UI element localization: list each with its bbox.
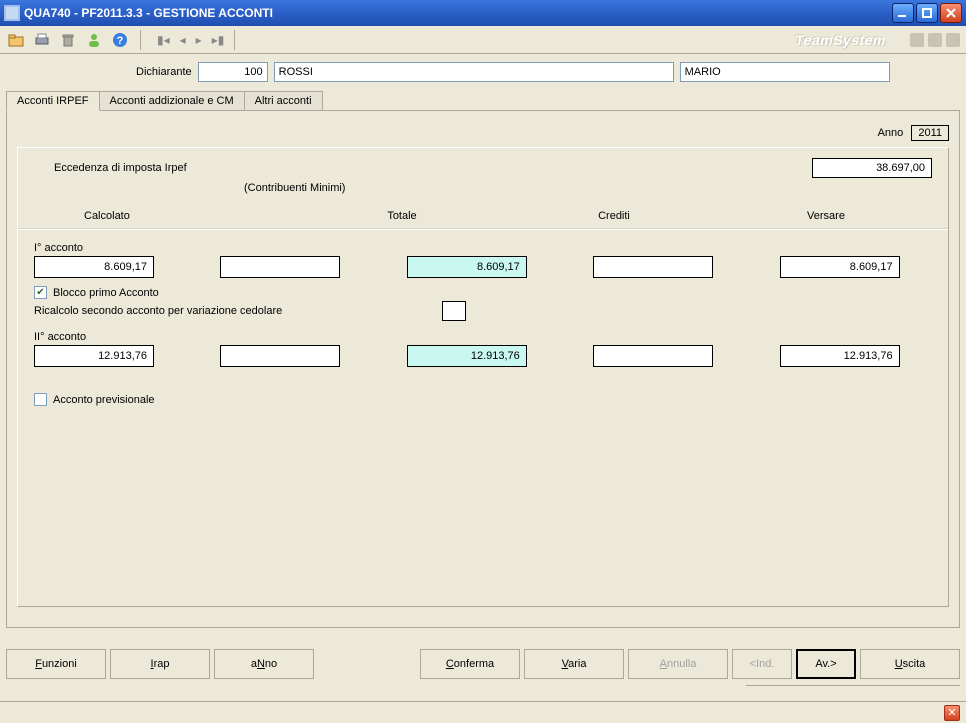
nav-last-icon[interactable]: ▸▮	[212, 33, 225, 47]
col-head-versare: Versare	[720, 210, 932, 222]
funzioni-rest: unzioni	[42, 658, 77, 670]
year-value: 2011	[911, 125, 949, 141]
annulla-button: Annulla	[628, 649, 728, 679]
brand-logo: TeamSystem	[795, 32, 886, 48]
year-label: Anno	[878, 127, 904, 139]
uscita-button[interactable]: Uscita	[860, 649, 960, 679]
declarant-surname-field[interactable]: ROSSI	[274, 62, 674, 82]
blocco-checkbox[interactable]	[34, 286, 47, 299]
app-icon	[4, 5, 20, 21]
acc1-versare[interactable]: 8.609,17	[780, 256, 900, 278]
col-head-crediti: Crediti	[508, 210, 720, 222]
acc1-crediti[interactable]	[593, 256, 713, 278]
trash-icon[interactable]	[58, 30, 78, 50]
maximize-button[interactable]	[916, 3, 938, 23]
acc1-calcolato[interactable]: 8.609,17	[34, 256, 154, 278]
user-icon[interactable]	[84, 30, 104, 50]
acc2-calcolato[interactable]: 12.913,76	[34, 345, 154, 367]
open-icon[interactable]	[6, 30, 26, 50]
acc2-label: II° acconto	[34, 331, 932, 343]
declarant-code-field[interactable]: 100	[198, 62, 268, 82]
ind-button: <Ind.	[732, 649, 792, 679]
excess-note: (Contribuenti Minimi)	[34, 182, 932, 194]
anno-button[interactable]: aNno	[214, 649, 314, 679]
acc2-blank[interactable]	[220, 345, 340, 367]
funzioni-button[interactable]: Funzioni	[6, 649, 106, 679]
close-button[interactable]	[940, 3, 962, 23]
acc2-totale[interactable]: 12.913,76	[407, 345, 527, 367]
toolbar-right-icons	[910, 33, 960, 47]
nav-first-icon[interactable]: ▮◂	[157, 33, 170, 47]
help-icon[interactable]: ?	[110, 30, 130, 50]
col-head-totale: Totale	[296, 210, 508, 222]
excess-value[interactable]: 38.697,00	[812, 158, 932, 178]
acc1-totale[interactable]: 8.609,17	[407, 256, 527, 278]
nav-prev-icon[interactable]: ◂	[180, 33, 186, 47]
print-icon[interactable]	[32, 30, 52, 50]
excess-label: Eccedenza di imposta Irpef	[34, 162, 187, 174]
acc1-label: I° acconto	[34, 242, 932, 254]
previsionale-label: Acconto previsionale	[53, 394, 155, 406]
declarant-label: Dichiarante	[136, 66, 192, 78]
ricalcolo-label: Ricalcolo secondo acconto per variazione…	[34, 305, 282, 317]
nav-next-icon[interactable]: ▸	[196, 33, 202, 47]
window-title: QUA740 - PF2011.3.3 - GESTIONE ACCONTI	[24, 6, 892, 20]
conferma-button[interactable]: Conferma	[420, 649, 520, 679]
minimize-button[interactable]	[892, 3, 914, 23]
tab-acconti-irpef[interactable]: Acconti IRPEF	[6, 91, 100, 111]
previsionale-checkbox[interactable]	[34, 393, 47, 406]
status-close-icon[interactable]: ✕	[944, 705, 960, 721]
ricalcolo-value[interactable]	[442, 301, 466, 321]
varia-button[interactable]: Varia	[524, 649, 624, 679]
tab-altri-acconti[interactable]: Altri acconti	[244, 91, 323, 111]
acc1-blank[interactable]	[220, 256, 340, 278]
col-head-calcolato: Calcolato	[34, 210, 296, 222]
declarant-name-field[interactable]: MARIO	[680, 62, 890, 82]
acc2-versare[interactable]: 12.913,76	[780, 345, 900, 367]
blocco-label: Blocco primo Acconto	[53, 287, 159, 299]
svg-text:?: ?	[117, 35, 124, 47]
tab-acconti-addizionale[interactable]: Acconti addizionale e CM	[99, 91, 245, 111]
av-button[interactable]: Av.>	[796, 649, 856, 679]
irap-button[interactable]: Irap	[110, 649, 210, 679]
acc2-crediti[interactable]	[593, 345, 713, 367]
